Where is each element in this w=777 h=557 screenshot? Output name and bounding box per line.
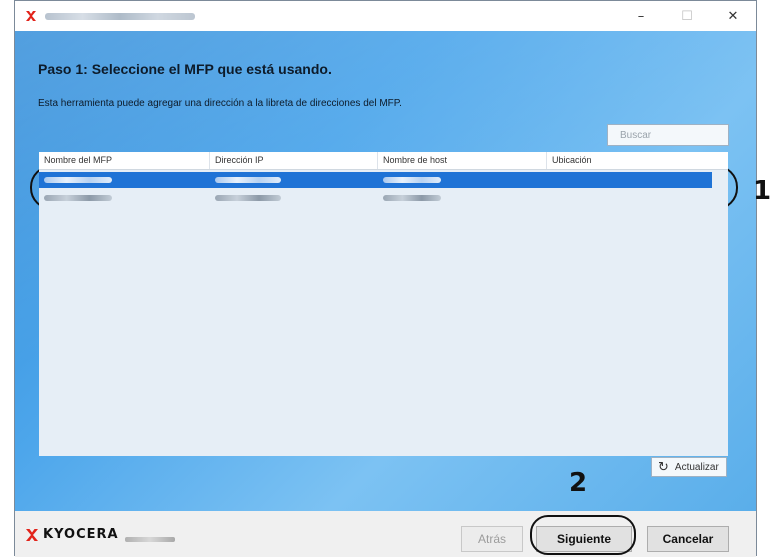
ip-address-redacted	[215, 195, 281, 201]
mfp-name-redacted	[44, 195, 112, 201]
column-divider[interactable]	[209, 152, 210, 169]
mfp-list-table: Nombre del MFP Dirección IP Nombre de ho…	[39, 152, 728, 456]
logo-text: KYOCERA	[43, 527, 119, 542]
column-header-host-name[interactable]: Nombre de host	[383, 155, 447, 165]
table-row-selected[interactable]	[39, 172, 712, 188]
app-window: – ☐ ✕ Paso 1: Seleccione el MFP que está…	[14, 0, 757, 557]
close-button[interactable]: ✕	[710, 1, 756, 31]
refresh-label: Actualizar	[674, 461, 719, 473]
table-scroll-area[interactable]	[712, 170, 728, 456]
ip-address-redacted	[215, 177, 281, 183]
cancel-button[interactable]: Cancelar	[647, 526, 729, 552]
wizard-panel: Paso 1: Seleccione el MFP que está usand…	[15, 31, 756, 511]
search-input[interactable]: Buscar	[607, 124, 729, 146]
footer-bar: KYOCERA Atrás Siguiente Cancelar	[15, 511, 756, 557]
column-divider[interactable]	[546, 152, 547, 169]
table-row[interactable]	[39, 190, 712, 206]
refresh-icon: ↻	[658, 459, 669, 475]
column-header-location[interactable]: Ubicación	[552, 155, 592, 165]
callout-number-1: 1	[753, 176, 772, 206]
column-header-mfp-name[interactable]: Nombre del MFP	[44, 155, 112, 165]
callout-number-2: 2	[569, 468, 588, 498]
kyocera-icon	[26, 11, 36, 21]
maximize-button[interactable]: ☐	[664, 1, 710, 31]
host-name-redacted	[383, 195, 441, 201]
mfp-name-redacted	[44, 177, 112, 183]
page-title: Paso 1: Seleccione el MFP que está usand…	[38, 61, 332, 77]
refresh-button[interactable]: ↻ Actualizar	[651, 457, 727, 477]
host-name-redacted	[383, 177, 441, 183]
back-button[interactable]: Atrás	[461, 526, 523, 552]
description-text: Esta herramienta puede agregar una direc…	[38, 98, 402, 109]
kyocera-logo: KYOCERA	[25, 527, 119, 542]
kyocera-logo-icon	[26, 528, 38, 541]
minimize-button[interactable]: –	[618, 1, 664, 31]
callout-ring-2	[530, 515, 636, 555]
title-bar: – ☐ ✕	[15, 1, 756, 31]
column-divider[interactable]	[377, 152, 378, 169]
window-title-redacted	[45, 13, 195, 20]
version-redacted	[125, 537, 175, 542]
table-header: Nombre del MFP Dirección IP Nombre de ho…	[39, 152, 728, 170]
column-header-ip-address[interactable]: Dirección IP	[215, 155, 264, 165]
